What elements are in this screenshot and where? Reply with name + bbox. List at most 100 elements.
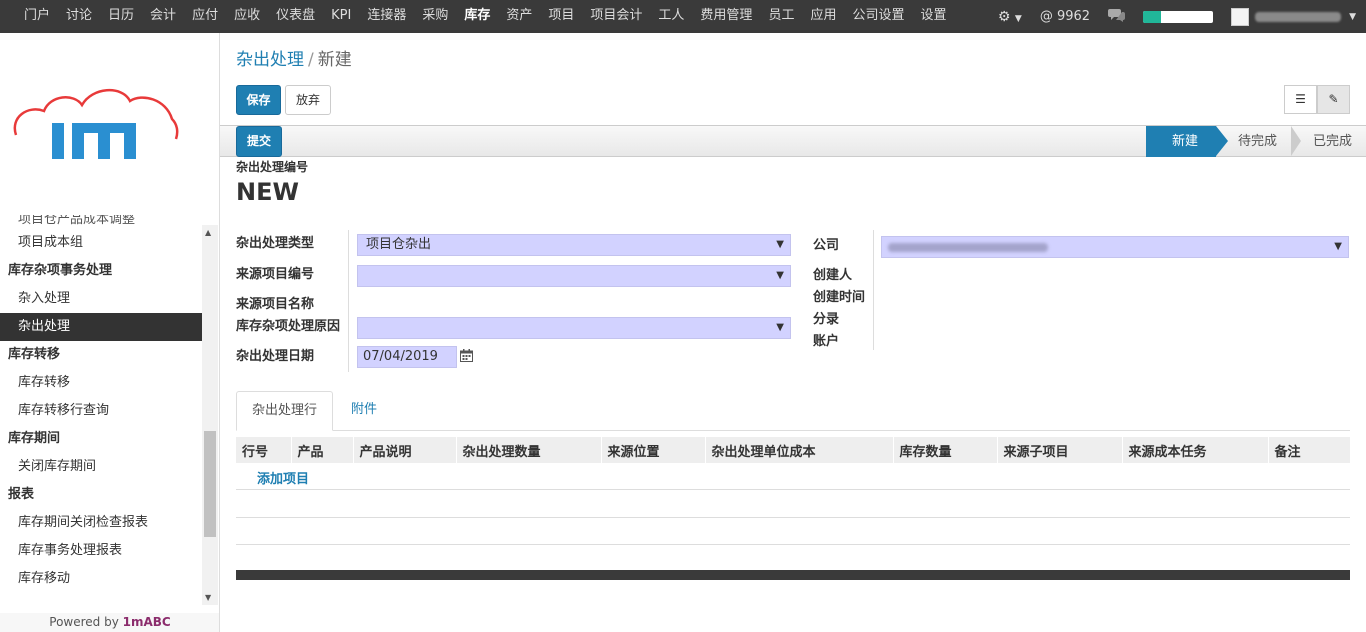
source-project-code-select[interactable]: ▼ (357, 265, 791, 287)
column-header-quantity[interactable]: 杂出处理数量 (455, 437, 601, 463)
menu-discuss[interactable]: 讨论 (58, 0, 100, 33)
view-switcher: ☰ ✎ (1284, 85, 1350, 114)
menu-calendar[interactable]: 日历 (100, 0, 142, 33)
sidebar-item-transaction-report[interactable]: 库存事务处理报表 (0, 537, 202, 565)
table-row (236, 491, 1350, 518)
save-button[interactable]: 保存 (236, 85, 281, 115)
user-menu[interactable]: ▼ (1231, 7, 1356, 26)
field-label-issue-type: 杂出处理类型 (236, 236, 315, 251)
add-item-link[interactable]: 添加项目 (257, 468, 309, 487)
notebook-tabs: 杂出处理行 附件 (236, 391, 1350, 431)
menu-accounting[interactable]: 会计 (142, 0, 184, 33)
add-line-row: 添加项目 (236, 463, 1350, 490)
submit-button[interactable]: 提交 (236, 126, 282, 157)
menu-kpi[interactable]: KPI (323, 0, 359, 33)
column-header-source-location[interactable]: 来源位置 (600, 437, 705, 463)
sidebar-item-period-check-report[interactable]: 库存期间关闭检查报表 (0, 509, 202, 537)
user-name-redacted (1255, 11, 1342, 22)
sidebar-item-close-period[interactable]: 关闭库存期间 (0, 453, 202, 481)
breadcrumb: 杂出处理 / 新建 (236, 45, 352, 70)
scrollbar-thumb[interactable] (204, 431, 216, 537)
column-header-line-no[interactable]: 行号 (236, 437, 291, 463)
field-label-issue-date: 杂出处理日期 (236, 349, 315, 364)
sidebar-heading-misc-transactions: 库存杂项事务处理 (8, 263, 113, 278)
debug-gear-icon[interactable]: ⚙ ▼ (998, 9, 1022, 25)
column-header-notes[interactable]: 备注 (1267, 437, 1336, 463)
discard-button[interactable]: 放弃 (285, 85, 331, 115)
column-header-onhand-qty[interactable]: 库存数量 (892, 437, 997, 463)
issue-date-input[interactable]: 07/04/2019 (357, 346, 457, 368)
menu-payables[interactable]: 应付 (184, 0, 226, 33)
menu-assets[interactable]: 资产 (498, 0, 540, 33)
menu-receivables[interactable]: 应收 (226, 0, 268, 33)
sidebar-heading-transfer: 库存转移 (8, 347, 61, 362)
stage-done[interactable]: 已完成 (1291, 126, 1366, 157)
sidebar-item-misc-receipt[interactable]: 杂入处理 (0, 285, 202, 313)
horizontal-scrollbar[interactable] (236, 570, 1350, 580)
powered-by-brand[interactable]: 1mABC (123, 615, 171, 629)
column-header-product[interactable]: 产品 (290, 437, 353, 463)
issue-type-select[interactable]: 项目仓杂出 ▼ (357, 234, 791, 256)
menu-employees[interactable]: 员工 (760, 0, 802, 33)
menu-dashboard[interactable]: 仪表盘 (268, 0, 323, 33)
sidebar-menu: 项目仓产品成本调整 项目成本组 库存杂项事务处理 杂入处理 杂出处理 库存转移 … (0, 215, 202, 593)
column-header-source-cost-task[interactable]: 来源成本任务 (1121, 437, 1268, 463)
scroll-down-icon[interactable]: ▼ (205, 593, 211, 602)
column-header-description[interactable]: 产品说明 (352, 437, 456, 463)
sidebar: 项目仓产品成本调整 项目成本组 库存杂项事务处理 杂入处理 杂出处理 库存转移 … (0, 33, 220, 632)
top-menu: 门户 讨论 日历 会计 应付 应收 仪表盘 KPI 连接器 采购 库存 资产 项… (0, 0, 955, 33)
misc-reason-select[interactable]: ▼ (357, 317, 791, 339)
menu-inventory[interactable]: 库存 (456, 0, 498, 33)
list-view-icon[interactable]: ☰ (1284, 85, 1317, 114)
chevron-down-icon: ▼ (1349, 11, 1356, 22)
breadcrumb-parent[interactable]: 杂出处理 (236, 50, 304, 70)
menu-purchase[interactable]: 采购 (414, 0, 456, 33)
stage-new[interactable]: 新建 (1145, 126, 1228, 157)
sidebar-item-transfer-lines[interactable]: 库存转移行查询 (0, 397, 202, 425)
table-header: 行号 产品 产品说明 杂出处理数量 来源位置 杂出处理单位成本 库存数量 来源子… (236, 437, 1336, 463)
dropdown-arrow-icon: ▼ (776, 270, 784, 281)
menu-expenses[interactable]: 费用管理 (692, 0, 760, 33)
menu-apps[interactable]: 应用 (802, 0, 844, 33)
sidebar-item-partial[interactable]: 项目仓产品成本调整 (0, 215, 202, 229)
field-label-misc-reason: 库存杂项处理原因 (236, 319, 341, 334)
divider (348, 230, 349, 372)
menu-workers[interactable]: 工人 (650, 0, 692, 33)
calendar-icon[interactable] (460, 349, 473, 362)
tab-attachments[interactable]: 附件 (336, 391, 392, 431)
quota-progress-bar (1143, 10, 1214, 23)
quota-progress-fill (1143, 10, 1161, 23)
sidebar-item-transfer[interactable]: 库存转移 (0, 369, 202, 397)
field-label-journal-entry: 分录 (813, 312, 840, 327)
avatar (1231, 7, 1250, 26)
sidebar-heading-reports: 报表 (8, 487, 35, 502)
field-label-source-project-code: 来源项目编号 (236, 267, 315, 282)
sidebar-item-misc-issue[interactable]: 杂出处理 (0, 313, 202, 341)
tab-issue-lines[interactable]: 杂出处理行 (236, 391, 334, 431)
sidebar-scrollbar[interactable]: ▲ ▼ (202, 225, 218, 605)
stage-pipeline: 新建 待完成 已完成 (1145, 126, 1366, 157)
column-header-source-subproject[interactable]: 来源子项目 (996, 437, 1122, 463)
status-bar: 提交 新建 待完成 已完成 (220, 125, 1366, 157)
table-header-scroll-pad (1336, 437, 1350, 463)
menu-company-settings[interactable]: 公司设置 (844, 0, 912, 33)
sidebar-item-inventory-moves[interactable]: 库存移动 (0, 565, 202, 593)
message-counter[interactable]: @ 9962 (1040, 9, 1090, 24)
dropdown-arrow-icon: ▼ (1334, 241, 1342, 252)
chat-icon[interactable] (1108, 8, 1126, 26)
menu-project[interactable]: 项目 (540, 0, 582, 33)
menu-settings[interactable]: 设置 (912, 0, 954, 33)
menu-project-accounting[interactable]: 项目会计 (582, 0, 650, 33)
powered-by-prefix: Powered by (49, 615, 123, 629)
breadcrumb-separator: / (308, 50, 314, 70)
top-navbar: 门户 讨论 日历 会计 应付 应收 仪表盘 KPI 连接器 采购 库存 资产 项… (0, 0, 1366, 33)
menu-connector[interactable]: 连接器 (359, 0, 414, 33)
column-header-unit-cost[interactable]: 杂出处理单位成本 (704, 437, 893, 463)
menu-portal[interactable]: 门户 (0, 0, 58, 33)
issue-type-value: 项目仓杂出 (366, 237, 432, 252)
scroll-up-icon[interactable]: ▲ (205, 228, 211, 237)
divider (873, 230, 874, 350)
field-label-account: 账户 (813, 334, 840, 349)
sidebar-item-project-cost-group[interactable]: 项目成本组 (0, 229, 202, 257)
form-view-icon[interactable]: ✎ (1317, 85, 1350, 114)
